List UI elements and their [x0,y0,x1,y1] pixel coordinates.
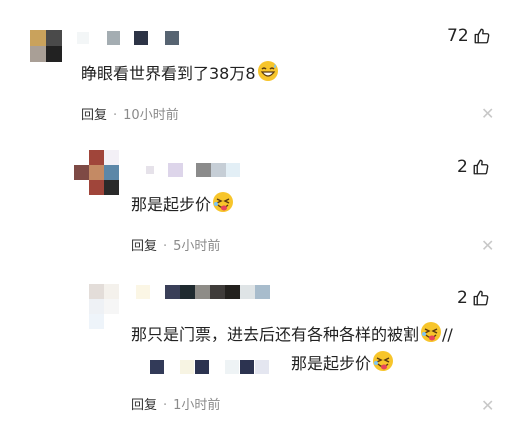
laughing-tongue-face-icon [213,192,234,212]
comment-text: 那是起步价 [131,191,234,216]
quote-slashes: // [442,325,453,344]
avatar-comment-1[interactable] [30,30,62,62]
username-redacted[interactable] [146,163,246,177]
comment-text: 睁眼看世界看到了38万8 [81,60,279,85]
like-button-comment-1[interactable]: 72 [447,26,491,46]
like-count: 72 [447,26,469,46]
like-count: 2 [457,288,468,308]
avatar-comment-3[interactable] [89,284,119,329]
comment-time: 5小时前 [173,239,221,254]
thumbs-up-icon [474,28,490,44]
like-button-comment-2[interactable]: 2 [457,157,490,177]
like-count: 2 [457,157,468,177]
comment-time: 1小时前 [173,398,221,413]
close-icon[interactable]: ✕ [481,396,494,415]
reply-button[interactable]: 回复 [81,108,107,123]
comment-meta: 回复 · 10小时前 [81,108,179,123]
comment-time: 10小时前 [123,108,179,123]
grinning-sweat-face-icon [257,61,278,81]
comment-meta: 回复 · 5小时前 [131,239,221,254]
comment-text: 那只是门票，进去后还有各种各样的被割 // [131,321,453,346]
username-redacted[interactable] [136,285,276,299]
close-icon[interactable]: ✕ [481,236,494,255]
reply-button[interactable]: 回复 [131,239,157,254]
like-button-comment-3[interactable]: 2 [457,288,490,308]
thumbs-up-icon [473,159,489,175]
username-redacted[interactable] [77,31,187,45]
comment-meta: 回复 · 1小时前 [131,398,221,413]
close-icon[interactable]: ✕ [481,104,494,123]
reply-button[interactable]: 回复 [131,398,157,413]
quoted-username-redacted[interactable] [150,360,280,374]
comment-text-quoted: 那是起步价 [291,350,394,375]
thumbs-up-icon [473,290,489,306]
avatar-comment-2[interactable] [74,150,119,195]
laughing-tongue-face-icon [421,322,442,342]
laughing-tongue-face-icon [373,351,394,371]
